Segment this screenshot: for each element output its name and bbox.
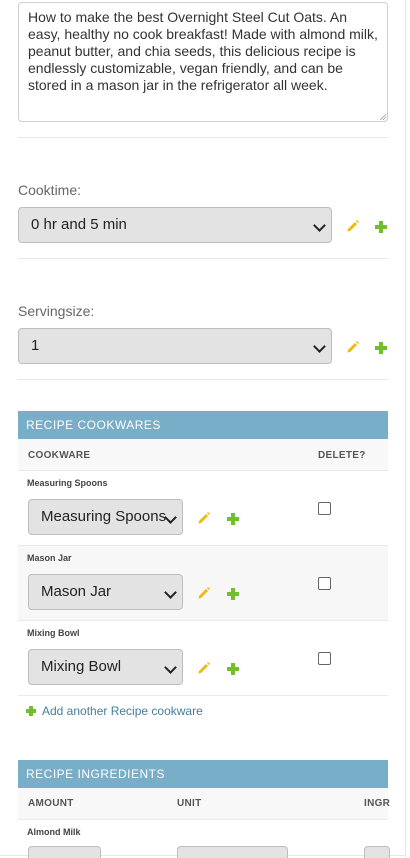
servingsize-label: Servingsize:: [18, 303, 95, 319]
pencil-icon[interactable]: [346, 340, 360, 354]
plus-icon[interactable]: [227, 513, 239, 525]
description-text: How to make the best Overnight Steel Cut…: [28, 9, 378, 93]
chevron-down-icon: [164, 661, 177, 674]
row-divider: [18, 620, 388, 621]
cookware-row-title: Measuring Spoons: [27, 478, 108, 488]
cookwares-caption: Recipe cookwares: [18, 411, 388, 439]
cookware-selected-value: Measuring Spoons: [41, 508, 167, 525]
pencil-icon[interactable]: [197, 661, 211, 675]
cooktime-select[interactable]: 0 hr and 5 min: [18, 207, 332, 243]
plus-icon[interactable]: [227, 663, 239, 675]
resize-handle-icon[interactable]: [379, 113, 386, 120]
chevron-down-icon: [313, 219, 326, 232]
cookware-column-header: Cookware: [28, 450, 91, 461]
servingsize-select[interactable]: 1: [18, 328, 332, 364]
ingredient-row-title: Almond Milk: [27, 827, 81, 837]
cookware-select[interactable]: Measuring Spoons: [28, 499, 183, 535]
divider: [18, 137, 388, 138]
plus-icon[interactable]: [375, 342, 387, 354]
unit-select[interactable]: [177, 846, 288, 858]
cookware-row-title: Mason Jar: [27, 553, 72, 563]
cookware-selected-value: Mason Jar: [41, 583, 112, 600]
cookware-select[interactable]: Mixing Bowl: [28, 649, 183, 685]
delete-checkbox[interactable]: [318, 577, 331, 590]
cookware-row-title: Mixing Bowl: [27, 628, 80, 638]
amount-column-header: Amount: [28, 798, 74, 809]
pencil-icon[interactable]: [197, 511, 211, 525]
unit-column-header: Unit: [177, 798, 202, 809]
delete-checkbox[interactable]: [318, 502, 331, 515]
ingredients-caption: Recipe ingredients: [18, 760, 388, 788]
ingredient-column-header: Ingr: [364, 798, 391, 809]
pencil-icon[interactable]: [197, 586, 211, 600]
plus-icon[interactable]: [227, 588, 239, 600]
cooktime-label: Cooktime:: [18, 182, 82, 198]
cookware-select[interactable]: Mason Jar: [28, 574, 183, 610]
page-border-right: [405, 0, 406, 857]
chevron-down-icon: [313, 340, 326, 353]
cookware-selected-value: Mixing Bowl: [41, 658, 122, 675]
description-textarea[interactable]: How to make the best Overnight Steel Cut…: [18, 2, 388, 122]
divider: [18, 258, 388, 259]
cooktime-selected-value: 0 hr and 5 min: [31, 216, 127, 233]
pencil-icon[interactable]: [346, 219, 360, 233]
plus-icon: [26, 706, 36, 716]
add-another-cookware-link[interactable]: Add another Recipe cookware: [26, 704, 203, 718]
divider: [18, 379, 388, 380]
amount-input[interactable]: [28, 846, 101, 858]
add-another-cookware-label: Add another Recipe cookware: [42, 704, 203, 718]
delete-column-header: Delete?: [318, 450, 366, 461]
chevron-down-icon: [164, 586, 177, 599]
delete-checkbox[interactable]: [318, 652, 331, 665]
ingredient-select[interactable]: [364, 846, 390, 858]
plus-icon[interactable]: [375, 221, 387, 233]
row-divider: [18, 695, 388, 696]
servingsize-selected-value: 1: [31, 337, 40, 354]
